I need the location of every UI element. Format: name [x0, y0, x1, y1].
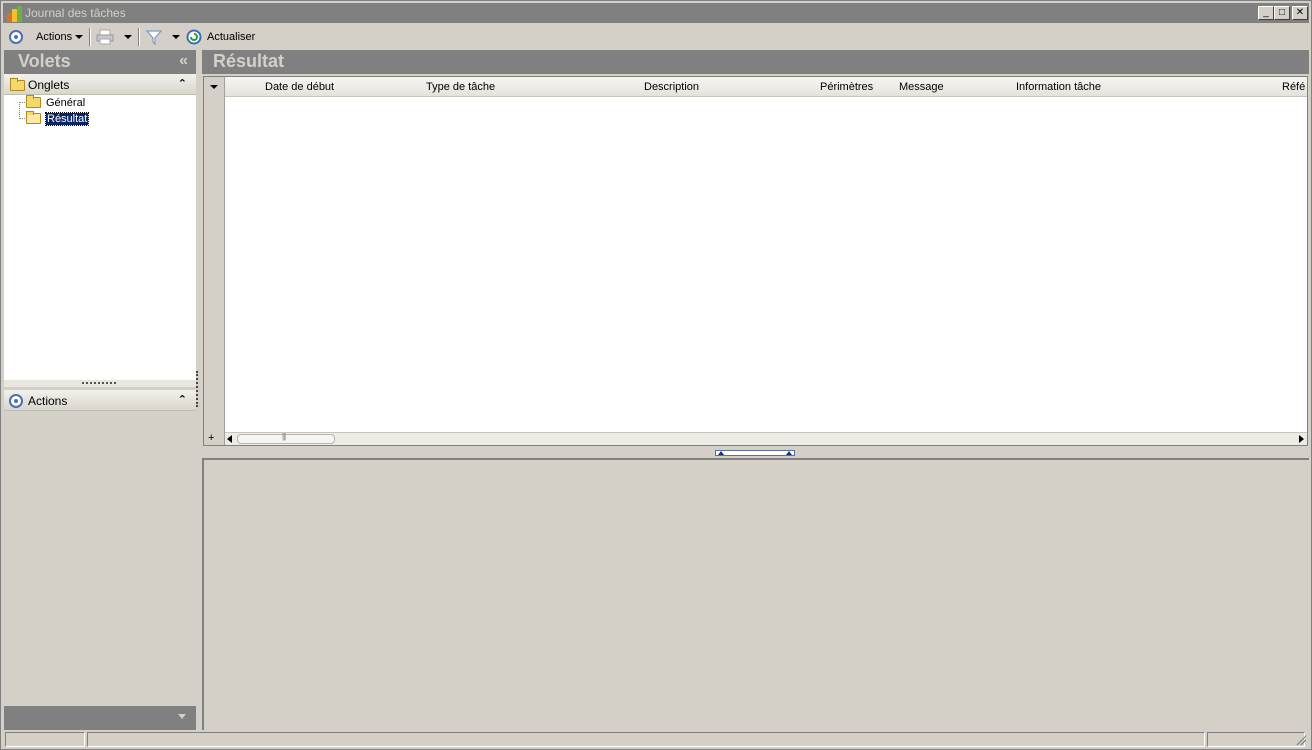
- panes-footer[interactable]: [4, 706, 196, 730]
- chevron-down-icon: [178, 714, 186, 719]
- result-header: Résultat: [202, 50, 1309, 74]
- maximize-icon: □: [1278, 7, 1286, 18]
- column-headers: Date de début Type de tâche Description …: [225, 77, 1307, 97]
- scroll-thumb[interactable]: [237, 432, 335, 444]
- scroll-left-icon[interactable]: [227, 435, 232, 443]
- app-icon: [7, 6, 22, 22]
- title-bar[interactable]: Journal des tâches _ □ ✕: [3, 3, 1309, 23]
- scroll-right-icon[interactable]: [1299, 435, 1304, 443]
- actions-menu-button[interactable]: Actions: [36, 28, 84, 46]
- chevron-down-icon: [75, 35, 84, 39]
- status-bar: [3, 731, 1309, 748]
- refresh-button[interactable]: Actualiser: [186, 28, 255, 46]
- row-header-column: [204, 77, 225, 445]
- filter-dropdown-button[interactable]: [169, 28, 180, 46]
- actions-toolbar-icon[interactable]: [9, 28, 23, 46]
- folder-icon: [10, 78, 25, 91]
- actions-section-header[interactable]: Actions ⌃: [4, 390, 196, 411]
- collapse-panes-icon[interactable]: «: [179, 52, 188, 70]
- toolbar-separator: [138, 28, 140, 46]
- panes-sidebar: Volets « Onglets ⌃ Général Résultat Acti: [4, 50, 196, 730]
- print-dropdown-button[interactable]: [121, 28, 132, 46]
- vertical-splitter[interactable]: [196, 371, 199, 407]
- detail-area: [202, 458, 1309, 730]
- section-resize-grip[interactable]: [4, 380, 196, 387]
- minimize-button[interactable]: _: [1258, 6, 1274, 20]
- window-title: Journal des tâches: [25, 6, 126, 20]
- filter-icon: [146, 30, 162, 45]
- tree-item-label: Général: [46, 96, 86, 109]
- column-header[interactable]: Message: [899, 81, 944, 93]
- column-header[interactable]: Type de tâche: [426, 81, 495, 93]
- resize-grip-icon[interactable]: [1296, 735, 1306, 745]
- result-title: Résultat: [213, 51, 285, 71]
- print-icon: [96, 29, 114, 45]
- chevron-down-icon: [172, 35, 180, 39]
- tabs-tree: Général Résultat: [4, 95, 196, 380]
- close-icon: ✕: [1295, 7, 1305, 18]
- tree-item-general[interactable]: Général: [26, 95, 85, 110]
- tabs-section-header[interactable]: Onglets ⌃: [4, 74, 196, 95]
- folder-icon: [26, 95, 41, 108]
- status-cell: [5, 732, 85, 747]
- tabs-section-label: Onglets: [28, 78, 70, 92]
- actions-section-label: Actions: [28, 394, 68, 408]
- horizontal-scrollbar[interactable]: +: [208, 432, 1307, 445]
- refresh-icon: [186, 29, 202, 45]
- result-grid[interactable]: Date de début Type de tâche Description …: [203, 76, 1308, 446]
- column-chooser-icon[interactable]: [210, 85, 218, 89]
- column-header[interactable]: Périmètres: [820, 81, 873, 93]
- filter-button[interactable]: [146, 28, 162, 46]
- collapse-section-icon[interactable]: ⌃: [178, 393, 187, 406]
- close-button[interactable]: ✕: [1292, 6, 1308, 20]
- panes-title: Volets: [18, 51, 71, 71]
- tree-connector: [19, 102, 20, 119]
- collapse-section-icon[interactable]: ⌃: [178, 77, 187, 90]
- minimize-icon: _: [1263, 7, 1269, 18]
- status-cell: [1207, 732, 1305, 747]
- toolbar: Actions Actualiser: [3, 24, 1309, 49]
- print-button[interactable]: [96, 28, 114, 46]
- column-header[interactable]: Information tâche: [1016, 81, 1101, 93]
- application-window: Journal des tâches _ □ ✕ Actions Actuali…: [0, 0, 1312, 750]
- horizontal-splitter[interactable]: [715, 450, 795, 456]
- tree-item-result[interactable]: Résultat: [26, 111, 90, 126]
- tree-item-label: Résultat: [44, 111, 90, 126]
- column-header[interactable]: Date de début: [265, 81, 334, 93]
- toolbar-separator: [89, 28, 91, 46]
- expand-icon[interactable]: +: [208, 432, 214, 444]
- column-header[interactable]: Réfé: [1282, 81, 1305, 93]
- status-cell: [87, 732, 1205, 747]
- folder-open-icon: [26, 111, 41, 124]
- chevron-down-icon: [124, 35, 132, 39]
- actions-menu-label: Actions: [36, 31, 73, 43]
- refresh-label: Actualiser: [207, 31, 256, 43]
- actions-icon: [9, 30, 23, 44]
- column-header[interactable]: Description: [644, 81, 699, 93]
- actions-icon: [9, 394, 23, 408]
- maximize-button[interactable]: □: [1274, 6, 1290, 20]
- panes-header: Volets «: [4, 50, 196, 74]
